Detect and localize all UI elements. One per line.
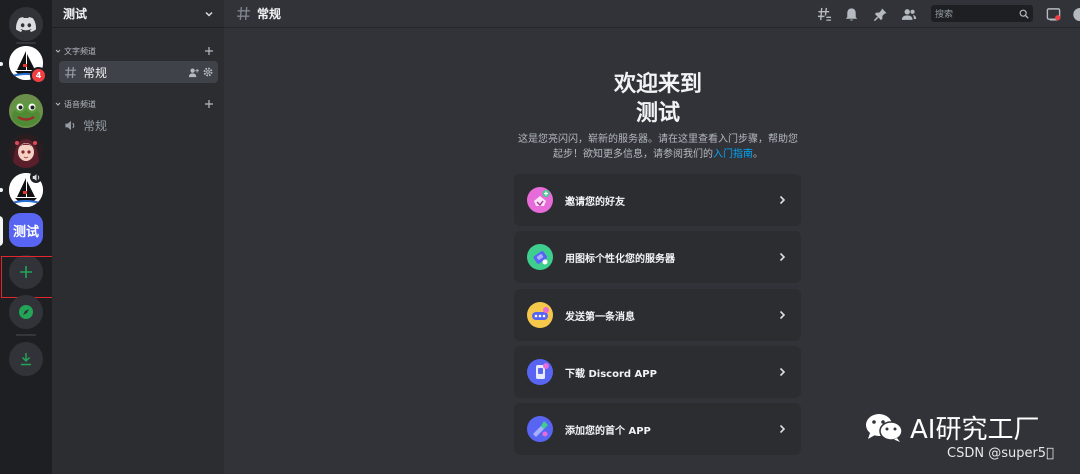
action-send-first-message[interactable]: 发送第一条消息 bbox=[514, 289, 801, 341]
chevron-down-icon bbox=[55, 49, 61, 53]
guild-name: 测试 bbox=[63, 7, 88, 21]
welcome-desc-prefix: 起步！欲知更多信息，请参阅我们的 bbox=[553, 149, 713, 160]
active-server-indicator bbox=[0, 216, 3, 246]
chevron-down-icon bbox=[205, 11, 213, 17]
frog-avatar-icon bbox=[9, 94, 43, 128]
member-list-button[interactable] bbox=[901, 6, 917, 22]
download-apps-button[interactable] bbox=[9, 342, 43, 376]
inbox-icon bbox=[1046, 7, 1060, 21]
topbar-channel-name: 常规 bbox=[257, 7, 282, 21]
rail-separator bbox=[16, 334, 36, 336]
explore-servers-button[interactable] bbox=[9, 295, 43, 329]
voice-active-badge bbox=[30, 171, 42, 183]
server-avatar-anime[interactable] bbox=[9, 134, 43, 168]
category-text-channels[interactable]: 文字频道 bbox=[52, 44, 224, 58]
mention-badge: 4 bbox=[30, 67, 47, 84]
welcome-title-server: 测试 bbox=[635, 101, 680, 126]
category-label: 语音频道 bbox=[64, 99, 96, 109]
invite-friends-icon bbox=[527, 187, 553, 213]
add-app-icon bbox=[527, 416, 553, 442]
add-channel-icon[interactable] bbox=[204, 99, 214, 109]
bell-icon bbox=[845, 7, 857, 21]
discord-logo-icon bbox=[16, 16, 36, 32]
action-label: 下载 Discord APP bbox=[565, 368, 657, 380]
welcome-description: 这是您亮闪闪，崭新的服务器。请在这里查看入门步骤，帮助您 起步！欲知更多信息，请… bbox=[508, 132, 808, 162]
compass-icon bbox=[19, 305, 33, 319]
download-icon bbox=[21, 353, 31, 366]
channel-voice-general[interactable]: 常规 bbox=[59, 114, 218, 136]
chevron-right-icon bbox=[779, 310, 786, 320]
chevron-right-icon bbox=[779, 367, 786, 377]
rail-separator bbox=[16, 42, 36, 44]
channel-name: 常规 bbox=[83, 118, 108, 133]
wechat-logo-icon bbox=[866, 413, 903, 442]
channel-text-general[interactable]: 常规 bbox=[59, 61, 218, 83]
server-avatar-frog[interactable] bbox=[9, 94, 43, 128]
category-voice-channels[interactable]: 语音频道 bbox=[52, 97, 224, 111]
anime-avatar-icon bbox=[9, 134, 43, 168]
send-message-icon bbox=[527, 302, 553, 328]
hashtag-icon bbox=[64, 66, 77, 78]
personalize-icon bbox=[527, 244, 553, 270]
gear-icon[interactable] bbox=[203, 67, 213, 77]
channel-name: 常规 bbox=[83, 65, 108, 80]
server-rail: 4 测试 bbox=[0, 0, 73, 474]
inbox-button[interactable] bbox=[1045, 6, 1061, 22]
chevron-right-icon bbox=[779, 195, 786, 205]
action-personalize-server[interactable]: 用图标个性化您的服务器 bbox=[514, 231, 801, 283]
pinned-messages-button[interactable] bbox=[872, 6, 888, 22]
help-icon bbox=[1073, 7, 1080, 21]
channel-topbar: 常规 搜索 bbox=[224, 0, 1080, 28]
search-placeholder: 搜索 bbox=[935, 10, 954, 20]
server-test[interactable]: 测试 bbox=[9, 213, 43, 247]
watermark-credit: CSDN @super5  bbox=[947, 446, 1054, 461]
welcome-desc-suffix: 。 bbox=[753, 149, 763, 160]
search-icon bbox=[1019, 9, 1029, 19]
hashtag-icon bbox=[237, 7, 250, 20]
speaker-icon bbox=[65, 120, 75, 130]
threads-icon bbox=[817, 7, 831, 21]
action-add-first-app[interactable]: 添加您的首个 APP bbox=[514, 403, 801, 455]
channel-sidebar: 测试 文字频道 常规 语音频道 常规 bbox=[52, 0, 224, 474]
getting-started-link[interactable]: 入门指南 bbox=[713, 149, 753, 160]
discord-home-button[interactable] bbox=[9, 7, 43, 41]
action-label: 添加您的首个 APP bbox=[565, 425, 651, 437]
welcome-desc-line: 起步！欲知更多信息，请参阅我们的入门指南。 bbox=[508, 147, 808, 162]
pin-icon bbox=[873, 7, 887, 21]
welcome-title: 欢迎来到 测试 bbox=[538, 70, 778, 128]
unread-indicator bbox=[0, 62, 3, 66]
search-input[interactable]: 搜索 bbox=[931, 5, 1033, 22]
add-channel-icon[interactable] bbox=[204, 46, 214, 56]
action-label: 邀请您的好友 bbox=[565, 196, 625, 208]
welcome-title-line: 欢迎来到 bbox=[613, 72, 702, 97]
action-invite-friends[interactable]: 邀请您的好友 bbox=[514, 174, 801, 226]
watermark: AI研究工厂 bbox=[864, 409, 1039, 446]
members-icon bbox=[901, 8, 917, 20]
category-label: 文字频道 bbox=[64, 46, 96, 56]
watermark-title: AI研究工厂 bbox=[910, 415, 1040, 445]
help-button[interactable] bbox=[1070, 6, 1080, 22]
speaker-icon bbox=[32, 173, 39, 181]
action-label: 发送第一条消息 bbox=[565, 311, 635, 323]
chevron-right-icon bbox=[779, 252, 786, 262]
download-app-icon bbox=[527, 359, 553, 385]
action-download-app[interactable]: 下载 Discord APP bbox=[514, 346, 801, 398]
guild-header[interactable]: 测试 bbox=[52, 0, 224, 28]
action-label: 用图标个性化您的服务器 bbox=[565, 253, 675, 265]
welcome-desc-line: 这是您亮闪闪，崭新的服务器。请在这里查看入门步骤，帮助您 bbox=[518, 134, 798, 145]
threads-button[interactable] bbox=[816, 6, 832, 22]
notifications-button[interactable] bbox=[843, 6, 859, 22]
unread-indicator bbox=[0, 188, 3, 192]
invite-member-icon[interactable] bbox=[188, 67, 199, 78]
chevron-down-icon bbox=[55, 102, 61, 106]
chevron-right-icon bbox=[779, 424, 786, 434]
